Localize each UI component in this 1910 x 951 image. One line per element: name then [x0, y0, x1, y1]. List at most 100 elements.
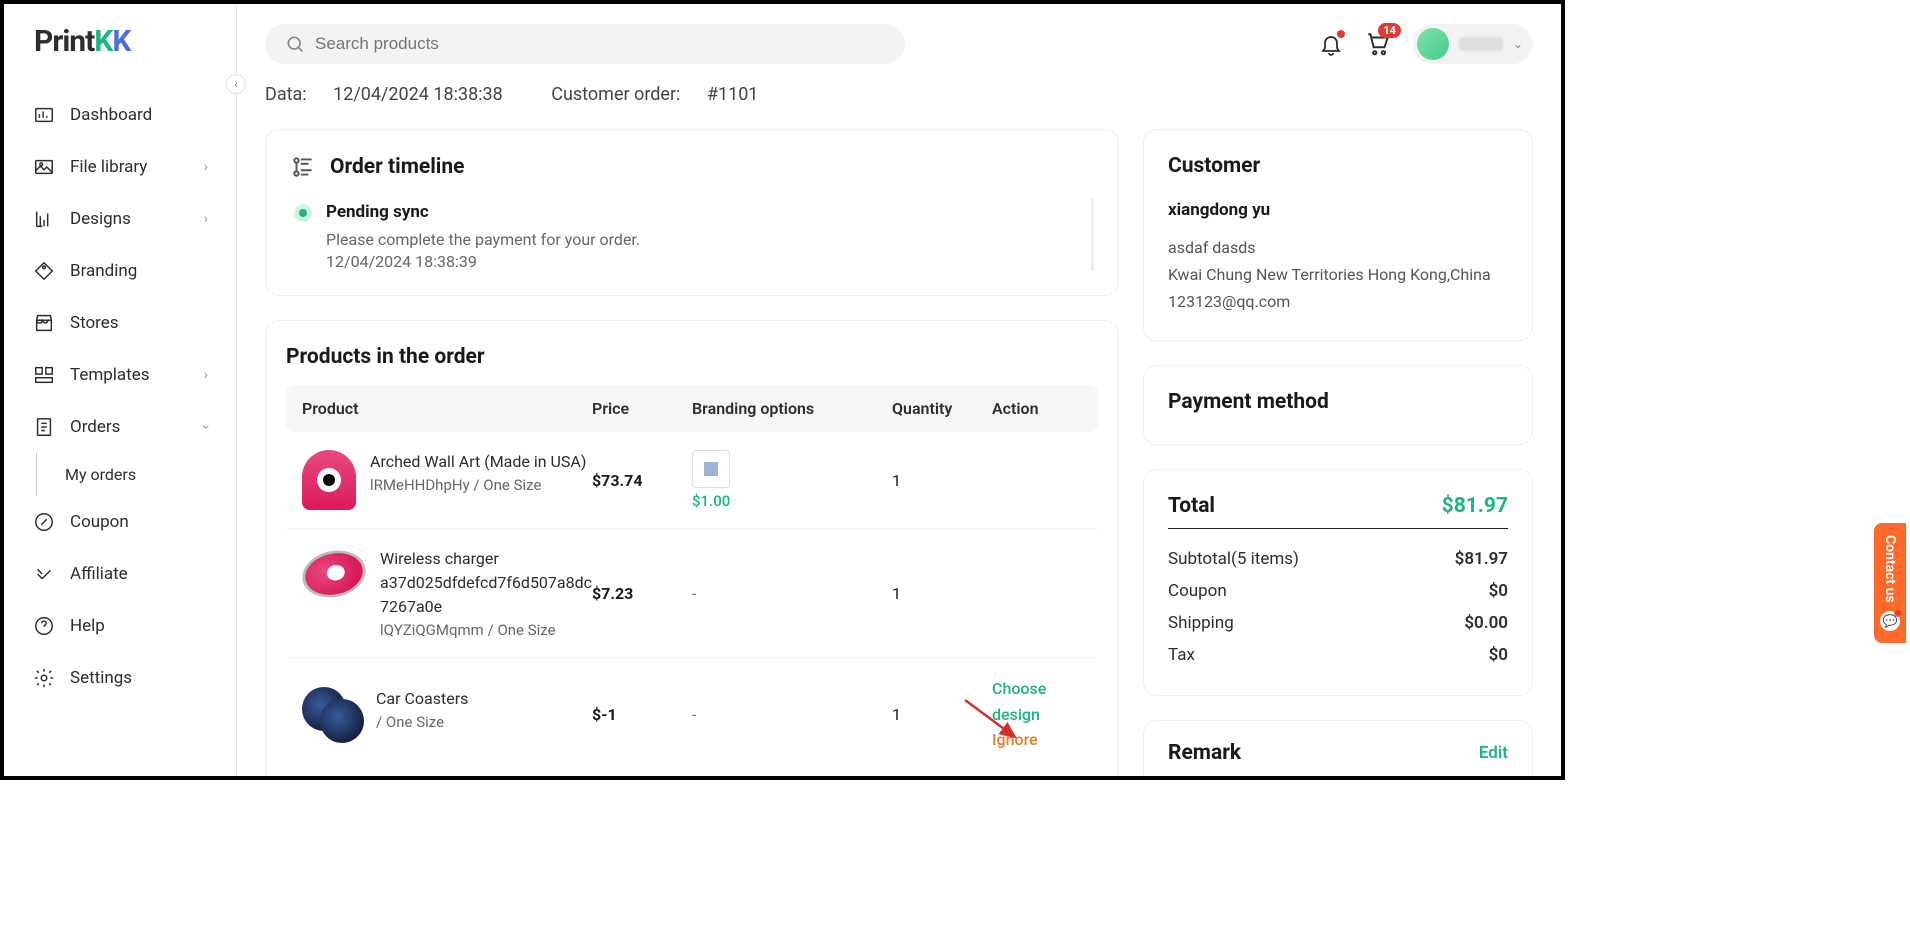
- col-product: Product: [302, 399, 592, 418]
- image-icon: [32, 155, 56, 179]
- product-variant: / One Size: [376, 713, 468, 731]
- shipping-value: $0.00: [1464, 613, 1508, 633]
- product-name: Wireless charger a37d025dfdefcd7f6d507a8…: [380, 547, 592, 619]
- payment-title: Payment method: [1168, 390, 1508, 414]
- orders-icon: [32, 415, 56, 439]
- ignore-link[interactable]: Ignore: [992, 727, 1082, 753]
- sidebar-item-help[interactable]: Help: [4, 600, 236, 652]
- branding-cell: -: [692, 705, 892, 724]
- sidebar-item-orders[interactable]: Orders ›: [4, 401, 236, 453]
- timeline-item: Pending sync Please complete the payment…: [290, 198, 1079, 271]
- product-variant: lQYZiQGMqmm / One Size: [380, 621, 592, 639]
- cart-badge: 14: [1378, 23, 1401, 38]
- order-meta: Data: 12/04/2024 18:38:38 Customer order…: [265, 84, 1533, 105]
- product-name: Arched Wall Art (Made in USA): [370, 450, 586, 474]
- customer-title: Customer: [1168, 154, 1508, 178]
- sidebar-item-designs[interactable]: Designs ›: [4, 193, 236, 245]
- nav-label: Settings: [70, 668, 132, 688]
- subtotal-value: $81.97: [1455, 549, 1508, 569]
- nav-label: Templates: [70, 365, 150, 385]
- subtotal-label: Subtotal(5 items): [1168, 549, 1299, 569]
- help-icon: [32, 614, 56, 638]
- customer-email: 123123@qq.com: [1168, 288, 1508, 315]
- user-menu[interactable]: ⌄: [1413, 24, 1533, 64]
- table-row: Wireless charger a37d025dfdefcd7f6d507a8…: [286, 529, 1098, 658]
- chat-icon: 💬: [1880, 611, 1900, 631]
- card-title-text: Order timeline: [330, 155, 464, 179]
- remark-title: Remark: [1168, 741, 1241, 765]
- nav-label: File library: [70, 157, 147, 177]
- table-row: Car Coasters / One Size $-1 - 1 Choose d…: [286, 658, 1098, 771]
- sidebar-collapse-button[interactable]: ‹: [226, 74, 246, 94]
- nav-label: Stores: [70, 313, 119, 333]
- status-dot-icon: [294, 204, 312, 222]
- notifications-button[interactable]: [1319, 32, 1343, 56]
- search-input[interactable]: [315, 34, 885, 54]
- timeline-desc: Please complete the payment for your ord…: [326, 228, 1079, 252]
- sidebar-item-templates[interactable]: Templates ›: [4, 349, 236, 401]
- dashboard-icon: [32, 103, 56, 127]
- tax-label: Tax: [1168, 645, 1195, 665]
- branding-cell: -: [692, 584, 892, 603]
- coupon-icon: [32, 510, 56, 534]
- customer-address-2: Kwai Chung New Territories Hong Kong,Chi…: [1168, 261, 1508, 288]
- sidebar-item-coupon[interactable]: Coupon: [4, 496, 236, 548]
- nav-label: Affiliate: [70, 564, 128, 584]
- edit-remark-link[interactable]: Edit: [1479, 743, 1508, 763]
- user-name-blurred: [1459, 37, 1503, 51]
- chevron-down-icon: ⌄: [1513, 37, 1523, 51]
- search-input-wrapper[interactable]: [265, 24, 905, 64]
- product-price: $73.74: [592, 471, 692, 490]
- products-title: Products in the order: [286, 345, 1098, 369]
- product-thumbnail: [302, 450, 356, 510]
- table-header: Product Price Branding options Quantity …: [286, 385, 1098, 432]
- remark-card: Remark Edit: [1143, 720, 1533, 776]
- product-variant: lRMeHHDhpHy / One Size: [370, 476, 586, 494]
- sidebar-item-affiliate[interactable]: Affiliate: [4, 548, 236, 600]
- nav-label: Designs: [70, 209, 131, 229]
- chevron-right-icon: ›: [204, 367, 208, 383]
- sidebar-item-stores[interactable]: Stores: [4, 297, 236, 349]
- affiliate-icon: [32, 562, 56, 586]
- col-price: Price: [592, 399, 692, 418]
- branding-thumbnail: [692, 450, 730, 488]
- contact-label: Contact us: [1882, 535, 1898, 603]
- tag-icon: [32, 259, 56, 283]
- templates-icon: [32, 363, 56, 387]
- total-amount: $81.97: [1442, 494, 1508, 518]
- choose-design-link[interactable]: Choose design: [992, 676, 1082, 727]
- sidebar-item-branding[interactable]: Branding: [4, 245, 236, 297]
- customer-card: Customer xiangdong yu asdaf dasds Kwai C…: [1143, 129, 1533, 341]
- coupon-label: Coupon: [1168, 581, 1227, 601]
- logo[interactable]: PrintKK: [4, 24, 236, 89]
- product-thumbnail: [302, 687, 362, 741]
- sidebar-item-dashboard[interactable]: Dashboard: [4, 89, 236, 141]
- branding-cell: $1.00: [692, 450, 892, 510]
- sidebar-item-my-orders[interactable]: My orders: [36, 453, 236, 496]
- col-branding: Branding options: [692, 399, 892, 418]
- nav-label: Coupon: [70, 512, 129, 532]
- content: Data: 12/04/2024 18:38:38 Customer order…: [237, 74, 1561, 776]
- store-icon: [32, 311, 56, 335]
- product-qty: 1: [892, 584, 992, 603]
- sidebar-item-file-library[interactable]: File library ›: [4, 141, 236, 193]
- nav: Dashboard File library › Designs › Brand…: [4, 89, 236, 704]
- main: 14 ⌄ Data: 12/04/2024 18:38:38 Customer …: [237, 4, 1561, 776]
- chevron-right-icon: ›: [204, 159, 208, 175]
- nav-label: Branding: [70, 261, 137, 281]
- col-quantity: Quantity: [892, 399, 992, 418]
- search-icon: [285, 34, 305, 54]
- divider: [1168, 528, 1508, 529]
- product-price: $7.23: [592, 584, 692, 603]
- timeline-icon: [290, 154, 316, 180]
- designs-icon: [32, 207, 56, 231]
- contact-us-tab[interactable]: Contact us 💬: [1874, 523, 1906, 643]
- sidebar-item-settings[interactable]: Settings: [4, 652, 236, 704]
- nav-label: Help: [70, 616, 105, 636]
- payment-method-card: Payment method: [1143, 365, 1533, 445]
- tax-value: $0: [1489, 645, 1508, 665]
- gear-icon: [32, 666, 56, 690]
- customer-address-1: asdaf dasds: [1168, 234, 1508, 261]
- cart-button[interactable]: 14: [1365, 31, 1391, 57]
- topbar: 14 ⌄: [237, 4, 1561, 74]
